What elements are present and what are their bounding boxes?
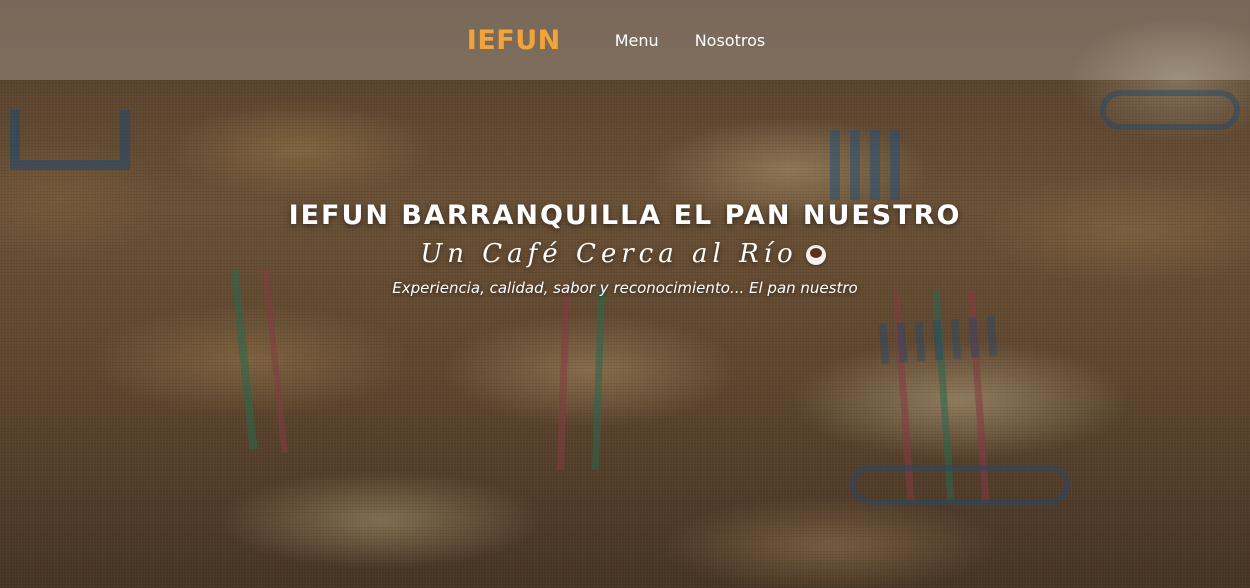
nav-link-menu[interactable]: Menu <box>615 31 659 50</box>
navbar: IEFUN Menu Nosotros <box>0 0 1250 80</box>
hero-tagline-row: Un Café Cerca al Río <box>420 239 829 269</box>
hero-subtitle: Experiencia, calidad, sabor y reconocimi… <box>392 279 858 297</box>
nav-link-nosotros[interactable]: Nosotros <box>695 31 766 50</box>
hero-title: IEFUN BARRANQUILLA EL PAN NUESTRO <box>288 200 962 231</box>
hero-tagline: Un Café Cerca al Río <box>420 239 798 269</box>
hero-section: IEFUN Menu Nosotros IEFUN BARRANQUILLA E… <box>0 0 1250 588</box>
brand-logo[interactable]: IEFUN <box>467 25 561 56</box>
coffee-cup-icon <box>804 241 830 267</box>
hero-content: IEFUN BARRANQUILLA EL PAN NUESTRO Un Caf… <box>0 200 1250 297</box>
